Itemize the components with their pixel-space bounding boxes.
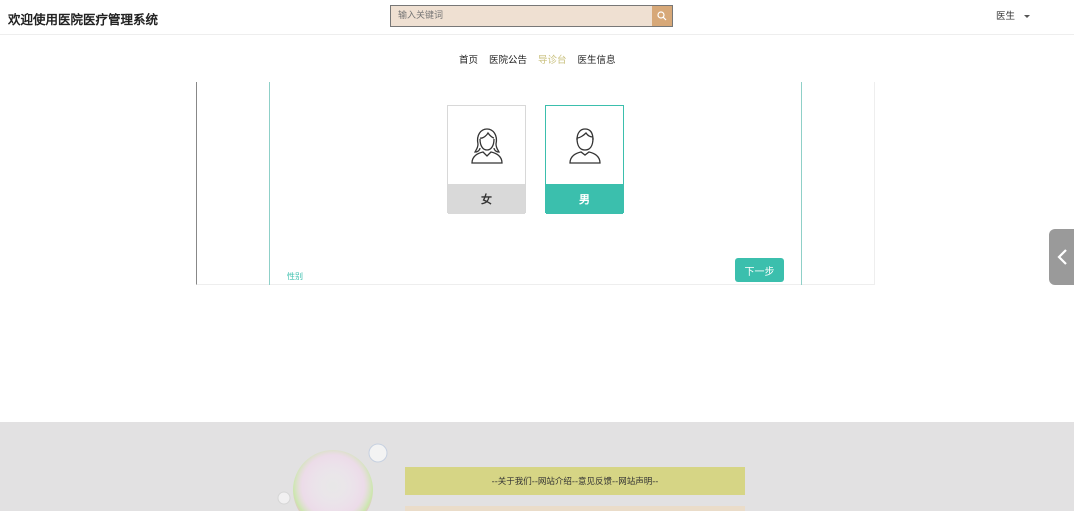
wizard-panel xyxy=(269,82,802,285)
gender-option-male[interactable]: 男 xyxy=(545,105,624,214)
bubble-decoration xyxy=(277,443,388,511)
male-avatar-icon xyxy=(546,106,623,184)
search-box xyxy=(390,5,673,27)
search-icon xyxy=(657,11,667,21)
gender-label-male: 男 xyxy=(546,184,623,214)
main-nav: 首页 医院公告 导诊台 医生信息 xyxy=(459,52,616,66)
nav-item-announcements[interactable]: 医院公告 xyxy=(489,52,527,66)
step-label: 性别 xyxy=(287,272,303,281)
footer-links[interactable]: --关于我们--网站介绍--意见反馈--网站声明-- xyxy=(405,467,745,495)
search-button[interactable] xyxy=(652,6,672,26)
next-step-button[interactable]: 下一步 xyxy=(735,258,784,282)
gender-option-female[interactable]: 女 xyxy=(447,105,526,214)
site-title: 欢迎使用医院医疗管理系统 xyxy=(8,12,159,27)
user-menu-label: 医生 xyxy=(996,11,1016,22)
footer-bar xyxy=(405,506,745,511)
user-menu[interactable]: 医生 xyxy=(996,8,1031,22)
female-avatar-icon xyxy=(448,106,525,184)
gender-label-female: 女 xyxy=(448,184,525,214)
caret-down-icon xyxy=(1024,15,1031,18)
nav-item-home[interactable]: 首页 xyxy=(459,52,478,66)
sidebar-toggle[interactable] xyxy=(1049,229,1074,285)
nav-item-doctor-info[interactable]: 医生信息 xyxy=(578,52,616,66)
top-header: 欢迎使用医院医疗管理系统 医生 xyxy=(0,0,1074,34)
nav-item-triage[interactable]: 导诊台 xyxy=(538,52,567,66)
search-input[interactable] xyxy=(391,6,653,26)
chevron-left-icon xyxy=(1056,249,1067,265)
